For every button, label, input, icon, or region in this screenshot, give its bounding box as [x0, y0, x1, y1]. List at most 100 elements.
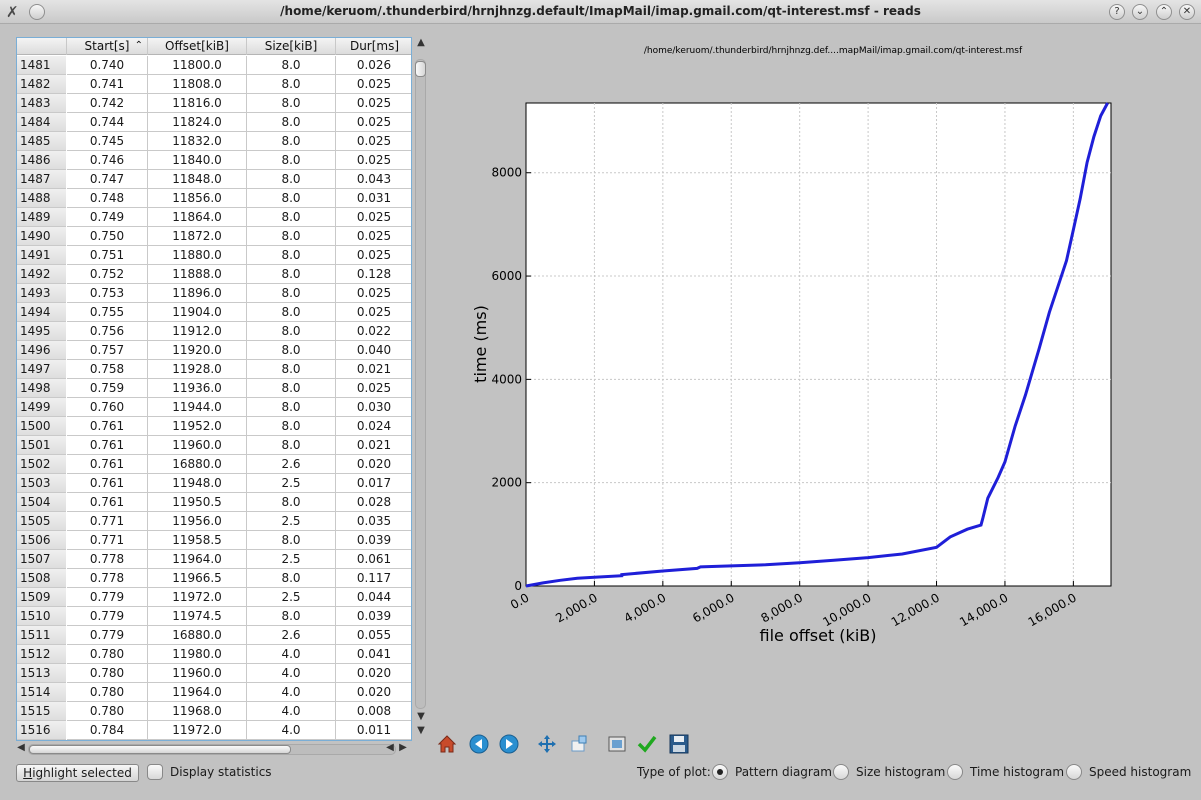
- cell-offset[interactable]: 11848.0: [148, 170, 247, 189]
- cell-dur[interactable]: 0.020: [336, 683, 411, 702]
- cell-offset[interactable]: 16880.0: [148, 626, 247, 645]
- scroll-left-arrow-icon-2[interactable]: ◀: [383, 742, 397, 753]
- table-row[interactable]: 1497 0.758 11928.0 8.0 0.021: [17, 360, 411, 379]
- cell-offset[interactable]: 11950.5: [148, 493, 247, 512]
- cell-start[interactable]: 0.761: [67, 455, 148, 474]
- cell-size[interactable]: 8.0: [247, 94, 336, 113]
- table-row[interactable]: 1485 0.745 11832.0 8.0 0.025: [17, 132, 411, 151]
- radio-speed-histogram[interactable]: [1066, 764, 1082, 780]
- cell-offset[interactable]: 11968.0: [148, 702, 247, 721]
- cell-dur[interactable]: 0.128: [336, 265, 411, 284]
- row-number[interactable]: 1482: [17, 75, 66, 94]
- cell-offset[interactable]: 11896.0: [148, 284, 247, 303]
- cell-start[interactable]: 0.746: [67, 151, 148, 170]
- table-row[interactable]: 1501 0.761 11960.0 8.0 0.021: [17, 436, 411, 455]
- row-number[interactable]: 1492: [17, 265, 66, 284]
- cell-size[interactable]: 8.0: [247, 436, 336, 455]
- cell-offset[interactable]: 11824.0: [148, 113, 247, 132]
- radio-pattern-diagram[interactable]: [712, 764, 728, 780]
- table-row[interactable]: 1491 0.751 11880.0 8.0 0.025: [17, 246, 411, 265]
- row-number[interactable]: 1507: [17, 550, 66, 569]
- row-number[interactable]: 1493: [17, 284, 66, 303]
- cell-start[interactable]: 0.780: [67, 702, 148, 721]
- cell-start[interactable]: 0.778: [67, 569, 148, 588]
- table-row[interactable]: 1510 0.779 11974.5 8.0 0.039: [17, 607, 411, 626]
- table-row[interactable]: 1502 0.761 16880.0 2.6 0.020: [17, 455, 411, 474]
- table-row[interactable]: 1514 0.780 11964.0 4.0 0.020: [17, 683, 411, 702]
- cell-offset[interactable]: 11808.0: [148, 75, 247, 94]
- table-row[interactable]: 1506 0.771 11958.5 8.0 0.039: [17, 531, 411, 550]
- cell-offset[interactable]: 11816.0: [148, 94, 247, 113]
- cell-offset[interactable]: 11964.0: [148, 550, 247, 569]
- row-number[interactable]: 1486: [17, 151, 66, 170]
- cell-start[interactable]: 0.761: [67, 436, 148, 455]
- row-number[interactable]: 1508: [17, 569, 66, 588]
- cell-offset[interactable]: 11904.0: [148, 303, 247, 322]
- cell-size[interactable]: 8.0: [247, 607, 336, 626]
- display-statistics-checkbox[interactable]: [147, 764, 163, 780]
- table-row[interactable]: 1499 0.760 11944.0 8.0 0.030: [17, 398, 411, 417]
- column-header-dur[interactable]: Dur[ms]: [336, 38, 411, 55]
- cell-offset[interactable]: 11936.0: [148, 379, 247, 398]
- row-number[interactable]: 1489: [17, 208, 66, 227]
- cell-start[interactable]: 0.742: [67, 94, 148, 113]
- cell-offset[interactable]: 11928.0: [148, 360, 247, 379]
- row-number[interactable]: 1487: [17, 170, 66, 189]
- cell-offset[interactable]: 11944.0: [148, 398, 247, 417]
- table-row[interactable]: 1509 0.779 11972.0 2.5 0.044: [17, 588, 411, 607]
- row-number[interactable]: 1484: [17, 113, 66, 132]
- table-row[interactable]: 1505 0.771 11956.0 2.5 0.035: [17, 512, 411, 531]
- row-number[interactable]: 1485: [17, 132, 66, 151]
- minimize-button[interactable]: ⌄: [1132, 4, 1148, 20]
- row-number[interactable]: 1496: [17, 341, 66, 360]
- cell-offset[interactable]: 11840.0: [148, 151, 247, 170]
- row-number[interactable]: 1509: [17, 588, 66, 607]
- table-row[interactable]: 1481 0.740 11800.0 8.0 0.026: [17, 56, 411, 75]
- cell-dur[interactable]: 0.117: [336, 569, 411, 588]
- row-number[interactable]: 1506: [17, 531, 66, 550]
- scroll-trough[interactable]: [415, 59, 426, 709]
- check-icon[interactable]: [636, 733, 658, 755]
- table-row[interactable]: 1508 0.778 11966.5 8.0 0.117: [17, 569, 411, 588]
- cell-size[interactable]: 8.0: [247, 265, 336, 284]
- cell-offset[interactable]: 11972.0: [148, 721, 247, 740]
- cell-dur[interactable]: 0.025: [336, 94, 411, 113]
- cell-dur[interactable]: 0.041: [336, 645, 411, 664]
- table-row[interactable]: 1513 0.780 11960.0 4.0 0.020: [17, 664, 411, 683]
- row-number[interactable]: 1511: [17, 626, 66, 645]
- table-row[interactable]: 1504 0.761 11950.5 8.0 0.028: [17, 493, 411, 512]
- cell-start[interactable]: 0.752: [67, 265, 148, 284]
- row-number[interactable]: 1494: [17, 303, 66, 322]
- row-number[interactable]: 1505: [17, 512, 66, 531]
- cell-dur[interactable]: 0.025: [336, 132, 411, 151]
- corner-header[interactable]: [17, 38, 67, 55]
- column-header-size[interactable]: Size[kiB]: [247, 38, 336, 55]
- cell-size[interactable]: 8.0: [247, 170, 336, 189]
- cell-dur[interactable]: 0.024: [336, 417, 411, 436]
- cell-dur[interactable]: 0.021: [336, 360, 411, 379]
- cell-size[interactable]: 4.0: [247, 702, 336, 721]
- cell-dur[interactable]: 0.030: [336, 398, 411, 417]
- table-row[interactable]: 1490 0.750 11872.0 8.0 0.025: [17, 227, 411, 246]
- row-number[interactable]: 1490: [17, 227, 66, 246]
- cell-dur[interactable]: 0.028: [336, 493, 411, 512]
- cell-start[interactable]: 0.784: [67, 721, 148, 740]
- row-number[interactable]: 1515: [17, 702, 66, 721]
- cell-dur[interactable]: 0.040: [336, 341, 411, 360]
- cell-size[interactable]: 8.0: [247, 417, 336, 436]
- cell-start[interactable]: 0.750: [67, 227, 148, 246]
- cell-offset[interactable]: 11912.0: [148, 322, 247, 341]
- cell-size[interactable]: 8.0: [247, 531, 336, 550]
- cell-start[interactable]: 0.761: [67, 474, 148, 493]
- cell-size[interactable]: 8.0: [247, 284, 336, 303]
- cell-dur[interactable]: 0.022: [336, 322, 411, 341]
- cell-offset[interactable]: 11972.0: [148, 588, 247, 607]
- pan-icon[interactable]: [536, 733, 558, 755]
- cell-offset[interactable]: 11864.0: [148, 208, 247, 227]
- cell-offset[interactable]: 11952.0: [148, 417, 247, 436]
- back-icon[interactable]: [468, 733, 490, 755]
- column-header-offset[interactable]: Offset[kiB]: [148, 38, 247, 55]
- cell-dur[interactable]: 0.043: [336, 170, 411, 189]
- cell-size[interactable]: 8.0: [247, 75, 336, 94]
- scroll-down-arrow-icon-2[interactable]: ▼: [414, 725, 428, 736]
